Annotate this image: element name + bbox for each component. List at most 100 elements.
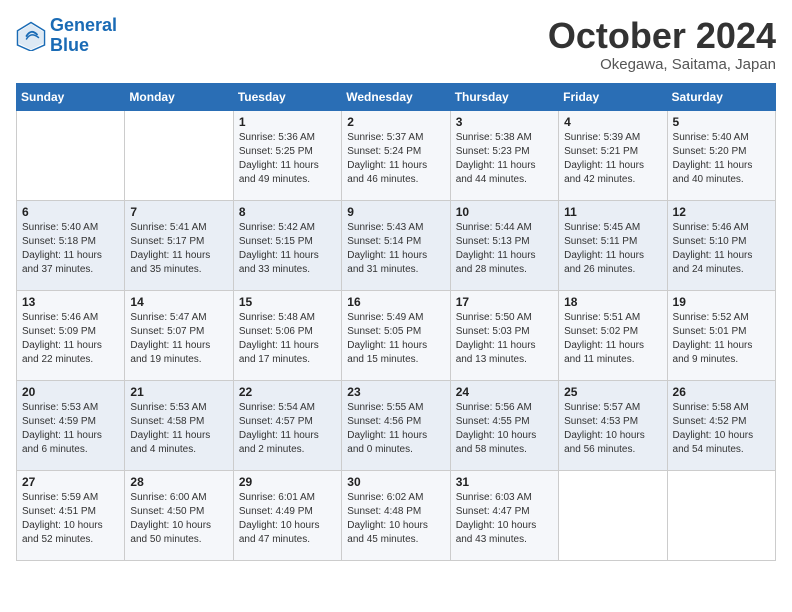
day-info: Sunrise: 6:02 AMSunset: 4:48 PMDaylight:… xyxy=(347,491,444,547)
day-number: 7 xyxy=(130,205,227,219)
calendar-cell: 4 Sunrise: 5:39 AMSunset: 5:21 PMDaylight… xyxy=(559,110,667,200)
weekday-header-thursday: Thursday xyxy=(450,83,558,110)
calendar-cell: 24Sunrise: 5:56 AMSunset: 4:55 PMDayligh… xyxy=(450,380,558,470)
day-number: 26 xyxy=(673,385,770,399)
day-number: 12 xyxy=(673,205,770,219)
calendar-cell: 21 Sunrise: 5:53 AMSunset: 4:58 PMDayligh… xyxy=(125,380,233,470)
day-number: 6 xyxy=(22,205,119,219)
calendar-cell: 16Sunrise: 5:49 AMSunset: 5:05 PMDayligh… xyxy=(342,290,450,380)
calendar-cell: 6 Sunrise: 5:40 AMSunset: 5:18 PMDaylight… xyxy=(17,200,125,290)
calendar-cell: 3 Sunrise: 5:38 AMSunset: 5:23 PMDaylight… xyxy=(450,110,558,200)
calendar-cell: 8 Sunrise: 5:42 AMSunset: 5:15 PMDaylight… xyxy=(233,200,341,290)
day-info: Sunrise: 5:53 AMSunset: 4:59 PMDaylight:… xyxy=(22,401,119,457)
day-number: 1 xyxy=(239,115,336,129)
day-info: Sunrise: 5:48 AMSunset: 5:06 PMDaylight:… xyxy=(239,311,336,367)
calendar-week-5: 27 Sunrise: 5:59 AMSunset: 4:51 PMDayligh… xyxy=(17,470,776,560)
day-info: Sunrise: 5:57 AMSunset: 4:53 PMDaylight:… xyxy=(564,401,661,457)
day-number: 13 xyxy=(22,295,119,309)
day-info: Sunrise: 5:53 AMSunset: 4:58 PMDaylight:… xyxy=(130,401,227,457)
title-area: October 2024 Okegawa, Saitama, Japan xyxy=(548,16,776,73)
calendar-cell: 20 Sunrise: 5:53 AMSunset: 4:59 PMDayligh… xyxy=(17,380,125,470)
calendar-cell: 2 Sunrise: 5:37 AMSunset: 5:24 PMDaylight… xyxy=(342,110,450,200)
day-info: Sunrise: 5:54 AMSunset: 4:57 PMDaylight:… xyxy=(239,401,336,457)
calendar-week-4: 20 Sunrise: 5:53 AMSunset: 4:59 PMDayligh… xyxy=(17,380,776,470)
calendar-week-1: 1 Sunrise: 5:36 AMSunset: 5:25 PMDaylight… xyxy=(17,110,776,200)
calendar-cell xyxy=(17,110,125,200)
day-number: 28 xyxy=(130,475,227,489)
day-number: 9 xyxy=(347,205,444,219)
day-number: 5 xyxy=(673,115,770,129)
day-info: Sunrise: 5:55 AMSunset: 4:56 PMDaylight:… xyxy=(347,401,444,457)
day-info: Sunrise: 5:59 AMSunset: 4:51 PMDaylight:… xyxy=(22,491,119,547)
calendar-cell: 29Sunrise: 6:01 AMSunset: 4:49 PMDayligh… xyxy=(233,470,341,560)
calendar-week-3: 13 Sunrise: 5:46 AMSunset: 5:09 PMDayligh… xyxy=(17,290,776,380)
calendar-cell: 31 Sunrise: 6:03 AMSunset: 4:47 PMDayligh… xyxy=(450,470,558,560)
day-info: Sunrise: 5:37 AMSunset: 5:24 PMDaylight:… xyxy=(347,131,444,187)
day-info: Sunrise: 5:52 AMSunset: 5:01 PMDaylight:… xyxy=(673,311,770,367)
weekday-header-wednesday: Wednesday xyxy=(342,83,450,110)
day-info: Sunrise: 5:44 AMSunset: 5:13 PMDaylight:… xyxy=(456,221,553,277)
calendar-cell: 9Sunrise: 5:43 AMSunset: 5:14 PMDaylight… xyxy=(342,200,450,290)
day-info: Sunrise: 5:42 AMSunset: 5:15 PMDaylight:… xyxy=(239,221,336,277)
day-info: Sunrise: 6:01 AMSunset: 4:49 PMDaylight:… xyxy=(239,491,336,547)
weekday-header-monday: Monday xyxy=(125,83,233,110)
weekday-header-friday: Friday xyxy=(559,83,667,110)
logo: General Blue xyxy=(16,16,117,56)
calendar-cell xyxy=(667,470,775,560)
calendar-cell: 27 Sunrise: 5:59 AMSunset: 4:51 PMDayligh… xyxy=(17,470,125,560)
day-number: 27 xyxy=(22,475,119,489)
calendar-cell: 14Sunrise: 5:47 AMSunset: 5:07 PMDayligh… xyxy=(125,290,233,380)
calendar-table: SundayMondayTuesdayWednesdayThursdayFrid… xyxy=(16,83,776,561)
day-number: 4 xyxy=(564,115,661,129)
day-info: Sunrise: 6:03 AMSunset: 4:47 PMDaylight:… xyxy=(456,491,553,547)
day-number: 25 xyxy=(564,385,661,399)
day-number: 8 xyxy=(239,205,336,219)
day-number: 10 xyxy=(456,205,553,219)
day-info: Sunrise: 5:51 AMSunset: 5:02 PMDaylight:… xyxy=(564,311,661,367)
day-number: 3 xyxy=(456,115,553,129)
day-info: Sunrise: 5:45 AMSunset: 5:11 PMDaylight:… xyxy=(564,221,661,277)
calendar-cell xyxy=(125,110,233,200)
calendar-cell: 5 Sunrise: 5:40 AMSunset: 5:20 PMDaylight… xyxy=(667,110,775,200)
weekday-header-saturday: Saturday xyxy=(667,83,775,110)
calendar-cell: 17Sunrise: 5:50 AMSunset: 5:03 PMDayligh… xyxy=(450,290,558,380)
month-title: October 2024 xyxy=(548,16,776,56)
calendar-cell: 30Sunrise: 6:02 AMSunset: 4:48 PMDayligh… xyxy=(342,470,450,560)
day-info: Sunrise: 5:38 AMSunset: 5:23 PMDaylight:… xyxy=(456,131,553,187)
day-number: 2 xyxy=(347,115,444,129)
day-number: 22 xyxy=(239,385,336,399)
logo-text: General Blue xyxy=(50,16,117,56)
calendar-cell: 1 Sunrise: 5:36 AMSunset: 5:25 PMDaylight… xyxy=(233,110,341,200)
weekday-header-tuesday: Tuesday xyxy=(233,83,341,110)
day-number: 23 xyxy=(347,385,444,399)
logo-line2: Blue xyxy=(50,35,89,55)
day-number: 31 xyxy=(456,475,553,489)
day-info: Sunrise: 5:40 AMSunset: 5:20 PMDaylight:… xyxy=(673,131,770,187)
calendar-cell: 18 Sunrise: 5:51 AMSunset: 5:02 PMDayligh… xyxy=(559,290,667,380)
calendar-cell: 23 Sunrise: 5:55 AMSunset: 4:56 PMDayligh… xyxy=(342,380,450,470)
day-number: 21 xyxy=(130,385,227,399)
calendar-cell: 13 Sunrise: 5:46 AMSunset: 5:09 PMDayligh… xyxy=(17,290,125,380)
day-number: 18 xyxy=(564,295,661,309)
calendar-cell xyxy=(559,470,667,560)
calendar-cell: 12 Sunrise: 5:46 AMSunset: 5:10 PMDayligh… xyxy=(667,200,775,290)
day-info: Sunrise: 5:39 AMSunset: 5:21 PMDaylight:… xyxy=(564,131,661,187)
day-info: Sunrise: 5:36 AMSunset: 5:25 PMDaylight:… xyxy=(239,131,336,187)
day-info: Sunrise: 5:40 AMSunset: 5:18 PMDaylight:… xyxy=(22,221,119,277)
day-number: 24 xyxy=(456,385,553,399)
calendar-cell: 7 Sunrise: 5:41 AMSunset: 5:17 PMDaylight… xyxy=(125,200,233,290)
calendar-cell: 19Sunrise: 5:52 AMSunset: 5:01 PMDayligh… xyxy=(667,290,775,380)
day-info: Sunrise: 5:47 AMSunset: 5:07 PMDaylight:… xyxy=(130,311,227,367)
day-info: Sunrise: 5:41 AMSunset: 5:17 PMDaylight:… xyxy=(130,221,227,277)
day-number: 20 xyxy=(22,385,119,399)
logo-icon xyxy=(16,21,46,51)
calendar-cell: 22 Sunrise: 5:54 AMSunset: 4:57 PMDayligh… xyxy=(233,380,341,470)
calendar-cell: 25 Sunrise: 5:57 AMSunset: 4:53 PMDayligh… xyxy=(559,380,667,470)
calendar-week-2: 6 Sunrise: 5:40 AMSunset: 5:18 PMDaylight… xyxy=(17,200,776,290)
day-info: Sunrise: 5:46 AMSunset: 5:10 PMDaylight:… xyxy=(673,221,770,277)
day-info: Sunrise: 6:00 AMSunset: 4:50 PMDaylight:… xyxy=(130,491,227,547)
calendar-cell: 26Sunrise: 5:58 AMSunset: 4:52 PMDayligh… xyxy=(667,380,775,470)
logo-line1: General xyxy=(50,15,117,35)
location-title: Okegawa, Saitama, Japan xyxy=(548,56,776,73)
day-info: Sunrise: 5:46 AMSunset: 5:09 PMDaylight:… xyxy=(22,311,119,367)
